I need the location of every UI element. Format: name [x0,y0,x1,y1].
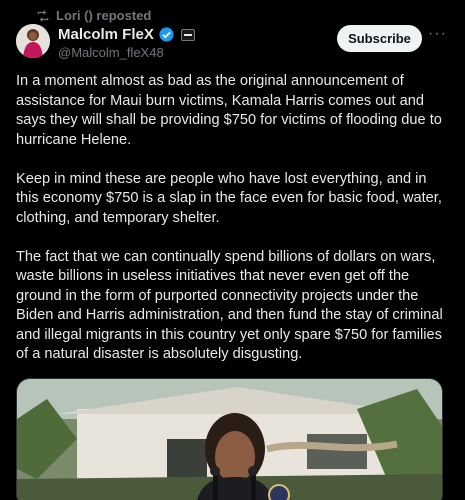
tweet-text: In a moment almost as bad as the origina… [16,73,443,362]
subscribe-button[interactable]: Subscribe [337,25,422,52]
affiliate-badge-icon [180,28,195,41]
verified-badge-icon [158,26,175,43]
author-handle[interactable]: @Malcolm_fleX48 [58,45,195,60]
repost-icon [37,9,49,22]
more-icon[interactable]: ··· [428,26,446,45]
author-info: Malcolm FleX @Malcolm_fleX48 [58,26,195,60]
repost-header[interactable]: Lori ()⁠ reposted [36,8,151,23]
author-name[interactable]: Malcolm FleX [58,26,154,43]
repost-text: Lori ()⁠ reposted [56,8,152,23]
avatar[interactable] [16,24,50,58]
tweet-media-image[interactable] [16,378,443,500]
